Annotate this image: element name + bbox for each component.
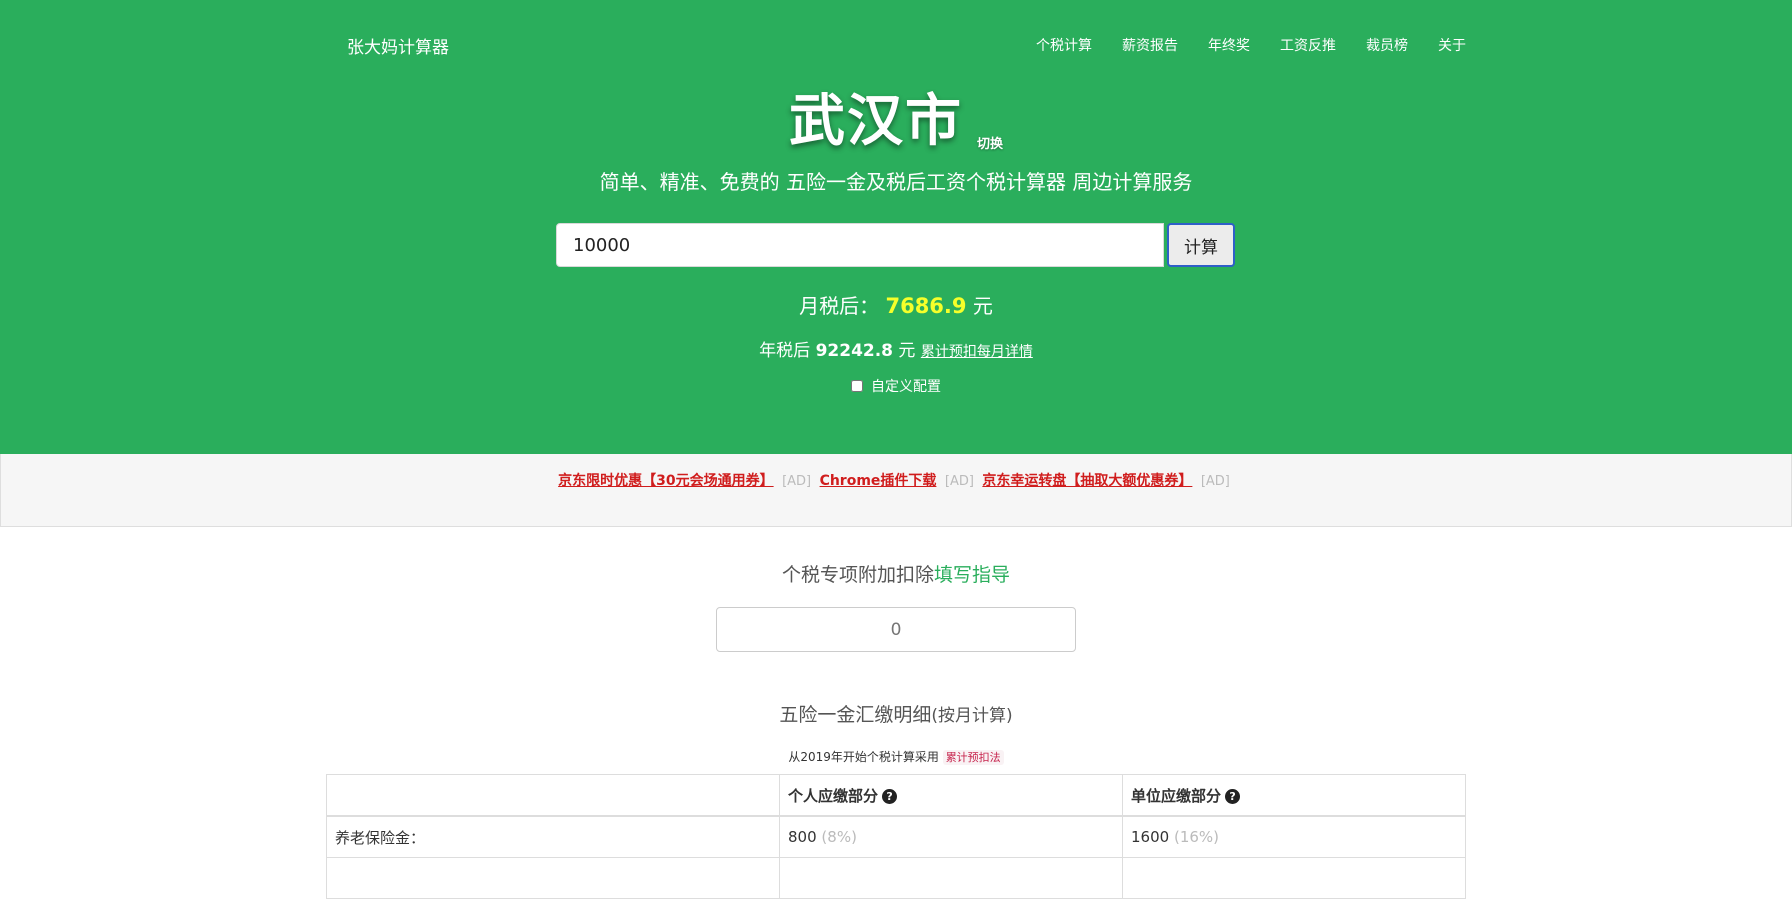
- city-header: 武汉市 切换: [0, 86, 1792, 158]
- calculate-button[interactable]: 计算: [1167, 223, 1235, 267]
- table-header-personal: 个人应缴部分?: [779, 774, 1123, 817]
- yearly-label: 年税后: [759, 341, 811, 361]
- pension-personal-cell: 800 (8%): [779, 815, 1123, 858]
- tax-method-note: 从2019年开始个税计算采用 累计预扣法: [0, 748, 1792, 765]
- row-label-pension: 养老保险金：: [326, 815, 780, 858]
- monthly-unit: 元: [972, 294, 993, 318]
- monthly-detail-link[interactable]: 累计预扣每月详情: [921, 344, 1033, 360]
- page-subtitle: 简单、精准、免费的 五险一金及税后工资个税计算器 周边计算服务: [599, 170, 1193, 194]
- salary-input[interactable]: [556, 223, 1164, 267]
- table-row: [326, 857, 1466, 899]
- yearly-after-tax: 年税后 92242.8 元 累计预扣每月详情: [0, 336, 1792, 361]
- row-label: [326, 857, 780, 899]
- city-title: 武汉市: [788, 89, 963, 154]
- ad-link-jd-lottery[interactable]: 京东幸运转盘【抽取大额优惠券】: [982, 473, 1192, 489]
- personal-cell: [779, 857, 1123, 899]
- ad-link-jd-coupon[interactable]: 京东限时优惠【30元会场通用券】: [558, 473, 773, 489]
- top-nav: 个税计算 薪资报告 年终奖 工资反推 裁员榜 关于: [1036, 35, 1466, 55]
- monthly-after-tax: 月税后： 7686.9 元: [0, 290, 1792, 319]
- nav-item-salary-report[interactable]: 薪资报告: [1122, 35, 1178, 55]
- ad-links: 京东限时优惠【30元会场通用券】 [AD] Chrome插件下载 [AD] 京东…: [1, 470, 1791, 490]
- nav-item-about[interactable]: 关于: [1438, 35, 1466, 55]
- salary-form: 计算: [556, 223, 1235, 267]
- monthly-label: 月税后：: [799, 294, 880, 318]
- pension-company-cell: 1600 (16%): [1122, 815, 1466, 858]
- question-icon[interactable]: ?: [882, 788, 898, 804]
- custom-config-checkbox[interactable]: [851, 380, 863, 392]
- ad-tag: [AD]: [944, 474, 974, 489]
- question-icon[interactable]: ?: [1225, 788, 1241, 804]
- ad-link-chrome-plugin[interactable]: Chrome插件下载: [820, 473, 937, 489]
- city-switch-link[interactable]: 切换: [977, 133, 1003, 152]
- ad-bar: 京东限时优惠【30元会场通用券】 [AD] Chrome插件下载 [AD] 京东…: [0, 454, 1792, 527]
- nav-item-tax[interactable]: 个税计算: [1036, 35, 1092, 55]
- table-header-empty: [326, 774, 780, 817]
- ad-tag: [AD]: [782, 474, 812, 489]
- deduction-guide-link[interactable]: 填写指导: [934, 564, 1010, 586]
- nav-item-year-bonus[interactable]: 年终奖: [1208, 35, 1250, 55]
- nav-item-reverse-calc[interactable]: 工资反推: [1280, 35, 1336, 55]
- deduction-heading: 个税专项附加扣除填写指导: [0, 560, 1792, 587]
- insurance-heading: 五险一金汇缴明细(按月计算): [0, 700, 1792, 727]
- custom-config-label: 自定义配置: [871, 379, 941, 395]
- company-cell: [1122, 857, 1466, 899]
- insurance-table: 个人应缴部分? 单位应缴部分? 养老保险金： 800 (8%) 1600 (16…: [326, 774, 1466, 899]
- yearly-unit: 元: [898, 341, 916, 361]
- ad-tag: [AD]: [1200, 474, 1230, 489]
- hero-banner: 张大妈计算器 个税计算 薪资报告 年终奖 工资反推 裁员榜 关于 武汉市 切换 …: [0, 0, 1792, 454]
- nav-item-layoff-list[interactable]: 裁员榜: [1366, 35, 1408, 55]
- table-row: 养老保险金： 800 (8%) 1600 (16%): [326, 815, 1466, 858]
- insurance-title-suffix: (按月计算): [931, 706, 1013, 726]
- tax-method-text: 从2019年开始个税计算采用: [788, 750, 939, 764]
- brand-logo[interactable]: 张大妈计算器: [347, 33, 449, 58]
- custom-config-toggle[interactable]: 自定义配置: [0, 376, 1792, 396]
- deduction-title: 个税专项附加扣除: [781, 564, 934, 586]
- yearly-value: 92242.8: [815, 341, 894, 361]
- monthly-value: 7686.9: [885, 294, 967, 318]
- table-header-row: 个人应缴部分? 单位应缴部分?: [326, 774, 1466, 817]
- insurance-title: 五险一金汇缴明细: [779, 704, 932, 726]
- tax-method-badge[interactable]: 累计预扣法: [942, 750, 1004, 765]
- deduction-input[interactable]: [716, 607, 1076, 652]
- table-header-company: 单位应缴部分?: [1122, 774, 1466, 817]
